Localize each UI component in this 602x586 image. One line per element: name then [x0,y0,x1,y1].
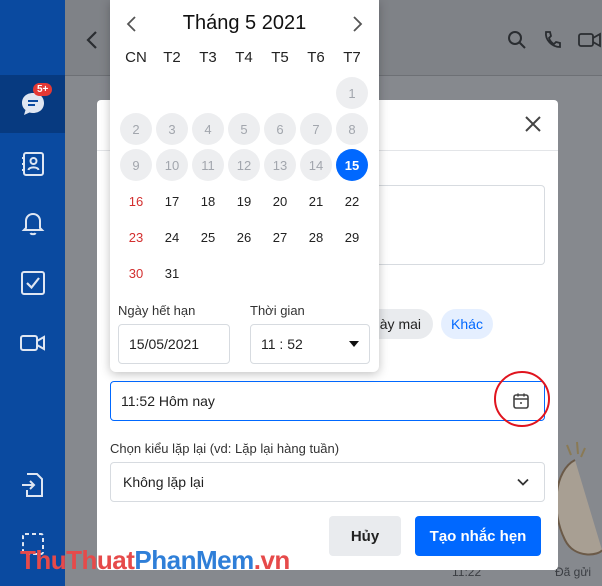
watermark-part2: PhanMem [134,545,254,575]
cancel-button[interactable]: Hủy [329,516,401,556]
calendar-day: 2 [120,113,152,145]
weekday-header: T2 [163,49,181,66]
expiry-date-value: 15/05/2021 [129,336,200,352]
calendar-day[interactable]: 27 [264,221,296,253]
weekday-header: T4 [235,49,253,66]
sidebar-item-notifications[interactable] [0,194,65,252]
calendar-day[interactable]: 23 [120,221,152,253]
watermark: ThuThuatPhanMem.vn [20,545,290,576]
sidebar-item-video[interactable] [0,314,65,372]
calendar-day[interactable]: 22 [336,185,368,217]
calendar-day: 1 [336,77,368,109]
reminder-time-value: 11:52 Hôm nay [121,393,215,409]
repeat-label: Chọn kiểu lặp lại (vd: Lặp lại hàng tuần… [110,441,340,456]
calendar-day[interactable]: 31 [156,257,188,289]
unread-badge: 5+ [33,83,53,96]
calendar-day[interactable]: 30 [120,257,152,289]
weekday-header: T7 [343,49,361,66]
calendar-day[interactable]: 18 [192,185,224,217]
watermark-part1: ThuThuat [20,545,135,575]
sidebar-item-contacts[interactable] [0,135,65,193]
video-icon [19,335,45,351]
calendar-day[interactable]: 28 [300,221,332,253]
calendar-day[interactable]: 17 [156,185,188,217]
bell-icon [21,212,44,236]
weekday-header: T5 [271,49,289,66]
calendar-day[interactable]: 25 [192,221,224,253]
reminder-content-field[interactable] [370,185,545,265]
calendar-day: 12 [228,149,260,181]
weekday-header: T3 [199,49,217,66]
sidebar: 5+ [0,0,65,586]
repeat-select[interactable]: Không lặp lại [110,462,545,502]
calendar-day[interactable]: 21 [300,185,332,217]
weekday-header: CN [125,49,147,66]
calendar-month-title: Tháng 5 2021 [182,12,307,34]
reminder-time-field[interactable]: 11:52 Hôm nay [110,381,545,421]
watermark-part3: .vn [253,545,291,575]
quick-other-chip[interactable]: Khác [441,309,493,339]
calendar-day-selected[interactable]: 15 [336,149,368,181]
calendar-day: 8 [336,113,368,145]
contact-card-icon [21,152,44,176]
weekday-header: T6 [307,49,325,66]
time-select[interactable]: 11 : 52 [250,324,370,364]
create-reminder-button[interactable]: Tạo nhắc hẹn [415,516,541,556]
close-icon[interactable] [523,114,543,134]
expiry-date-label: Ngày hết hạn [118,303,196,318]
sent-status: Đã gửi [555,565,592,579]
calendar-day[interactable]: 20 [264,185,296,217]
expiry-date-input[interactable]: 15/05/2021 [118,324,230,364]
search-icon[interactable] [507,30,527,50]
calendar-day: 3 [156,113,188,145]
time-label: Thời gian [250,303,305,318]
calendar-day[interactable]: 16 [120,185,152,217]
time-select-value: 11 : 52 [261,336,303,352]
calendar-day[interactable]: 29 [336,221,368,253]
calendar-day[interactable]: 26 [228,221,260,253]
date-picker-popup: Tháng 5 2021 CN T2 T3 T4 T5 T6 T7 1 2 3 4 5 6 7 8 9 10 1… [110,0,379,372]
calendar-day: 13 [264,149,296,181]
calendar-day: 9 [120,149,152,181]
todo-checkbox-icon [20,271,45,295]
calendar-day: 5 [228,113,260,145]
sidebar-item-files[interactable] [0,456,65,514]
file-import-icon [21,473,43,497]
calendar-day[interactable]: 19 [228,185,260,217]
back-arrow-icon[interactable] [85,30,99,50]
chevron-right-icon[interactable] [347,14,367,34]
video-call-icon[interactable] [577,30,602,50]
phone-icon[interactable] [542,30,562,50]
sidebar-item-messages[interactable]: 5+ [0,75,65,133]
calendar-day: 4 [192,113,224,145]
caret-down-icon [349,341,359,347]
calendar-day: 7 [300,113,332,145]
calendar-day: 14 [300,149,332,181]
calendar-day: 6 [264,113,296,145]
highlight-circle-annotation [494,371,550,427]
chevron-down-icon [517,478,529,486]
calendar-day: 11 [192,149,224,181]
repeat-value: Không lặp lại [123,474,204,490]
calendar-day: 10 [156,149,188,181]
calendar-day[interactable]: 24 [156,221,188,253]
sidebar-item-todo[interactable] [0,254,65,312]
